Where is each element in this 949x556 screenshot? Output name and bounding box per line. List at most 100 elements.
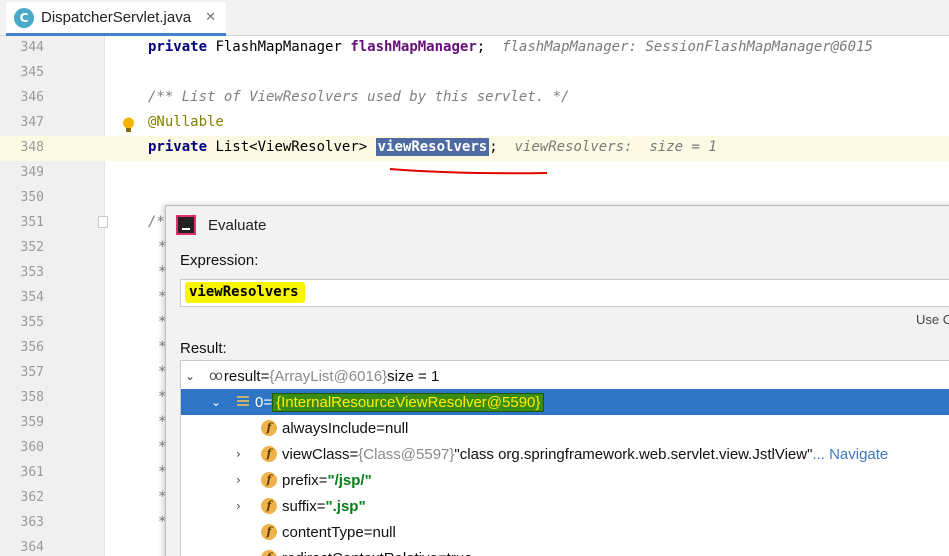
tree-row-field[interactable]: f alwaysInclude = null [181, 415, 949, 441]
field-eq: = [349, 445, 359, 463]
type-name: FlashMapManager [215, 39, 342, 55]
line-number: 364 [20, 540, 44, 555]
line-number: 356 [20, 340, 44, 355]
result-tree[interactable]: ⌄ oo result = {ArrayList@6016} size = 1 … [180, 360, 949, 556]
tree-row-content: f prefix = "/jsp/" [261, 472, 372, 489]
tree-row-item-0[interactable]: ⌄ 0 = {InternalResourceViewResolver@5590… [181, 389, 949, 415]
line-number: 351 [20, 215, 44, 230]
line-number: 354 [20, 290, 44, 305]
tree-node-ref: {ArrayList@6016} [269, 367, 388, 385]
use-code-fragment-link[interactable]: Use C [916, 312, 949, 327]
field-icon: f [261, 472, 277, 488]
field-name: viewClass [282, 445, 350, 463]
field-eq: = [363, 523, 373, 541]
field-value: "class org.springframework.web.servlet.v… [454, 445, 813, 463]
field-icon: f [261, 420, 277, 436]
tree-row-content: f viewClass = {Class@5597} "class org.sp… [261, 446, 888, 463]
expression-input[interactable]: viewResolvers [180, 279, 949, 307]
field-icon: f [261, 550, 277, 556]
tree-node-name: 0 [255, 393, 264, 411]
code-line-344[interactable]: private FlashMapManager flashMapManager;… [148, 39, 873, 55]
tree-row-content: f alwaysInclude = null [261, 420, 408, 437]
keyword: private [148, 139, 208, 155]
dialog-title-bar[interactable]: Evaluate [176, 213, 266, 237]
field-value: ".jsp" [325, 497, 366, 515]
evaluate-dialog: Evaluate Expression: viewResolvers Use C… [165, 205, 949, 556]
red-underline-annotation [389, 168, 548, 175]
tree-row-content: f contentType = null [261, 524, 396, 541]
line-number: 362 [20, 490, 44, 505]
tree-row-field[interactable]: › f viewClass = {Class@5597} "class org.… [181, 441, 949, 467]
chevron-right-icon[interactable]: › [236, 447, 248, 461]
expression-value: viewResolvers [185, 282, 305, 303]
java-class-icon: C [14, 7, 34, 28]
tree-node-ref-highlighted: {InternalResourceViewResolver@5590} [272, 392, 545, 412]
line-number: 361 [20, 465, 44, 480]
field-eq: = [316, 497, 326, 515]
field-value: null [372, 523, 396, 541]
tree-node-name: result [223, 367, 261, 385]
field-value: "/jsp/" [327, 471, 372, 489]
field-value: null [384, 419, 409, 437]
tree-row-field[interactable]: f contentType = null [181, 519, 949, 545]
tree-node-eq: = [263, 393, 273, 411]
line-number: 349 [20, 165, 44, 180]
line-number: 358 [20, 390, 44, 405]
fold-marker-icon[interactable] [98, 216, 108, 228]
chevron-down-icon[interactable]: ⌄ [185, 369, 197, 383]
code-line-351[interactable]: /* [148, 214, 165, 230]
field-icon: f [261, 498, 277, 514]
tree-row-content: f suffix = ".jsp" [261, 498, 366, 515]
line-number: 344 [20, 40, 44, 55]
field-name: flashMapManager [350, 39, 477, 55]
code-line-348[interactable]: private List<ViewResolver> viewResolvers… [148, 138, 717, 156]
code-line-346[interactable]: /** List of ViewResolvers used by this s… [148, 89, 569, 105]
line-number: 345 [20, 65, 44, 80]
line-number: 353 [20, 265, 44, 280]
line-number: 346 [20, 90, 44, 105]
line-number: 363 [20, 515, 44, 530]
keyword: private [148, 39, 208, 55]
tree-row-content: oo result = {ArrayList@6016} size = 1 [209, 368, 439, 385]
tree-row-field[interactable]: › f suffix = ".jsp" [181, 493, 949, 519]
tab-dispatcher-servlet[interactable]: C DispatcherServlet.java ✕ [6, 2, 226, 36]
lightbulb-icon[interactable] [122, 117, 135, 133]
line-number: 347 [20, 115, 44, 130]
tree-row-field[interactable]: f redirectContextRelative = true [181, 545, 949, 556]
type-name: List<ViewResolver> [215, 139, 368, 155]
tree-row-result[interactable]: ⌄ oo result = {ArrayList@6016} size = 1 [181, 363, 949, 389]
field-eq: = [438, 550, 447, 556]
field-name: contentType [282, 523, 364, 541]
chevron-right-icon[interactable]: › [236, 473, 248, 487]
tree-row-field[interactable]: › f prefix = "/jsp/" [181, 467, 949, 493]
field-icon: f [261, 524, 277, 540]
line-number: 355 [20, 315, 44, 330]
tab-label: DispatcherServlet.java [41, 9, 192, 26]
semicolon: ; [489, 139, 498, 155]
field-eq: = [376, 419, 385, 437]
result-label: Result: [180, 340, 227, 357]
navigate-link[interactable]: ... Navigate [812, 446, 888, 463]
line-number: 352 [20, 240, 44, 255]
field-ref: {Class@5597} [358, 445, 455, 463]
close-icon[interactable]: ✕ [205, 10, 216, 25]
inline-debug-value: flashMapManager: SessionFlashMapManager@… [502, 39, 873, 55]
chevron-down-icon[interactable]: ⌄ [211, 395, 223, 409]
field-name: alwaysInclude [282, 419, 377, 437]
field-name: redirectContextRelative [282, 550, 438, 556]
tree-row-content: f redirectContextRelative = true [261, 550, 473, 556]
tree-row-content: 0 = {InternalResourceViewResolver@5590} [237, 392, 545, 412]
chevron-right-icon[interactable]: › [236, 499, 248, 513]
line-number: 350 [20, 190, 44, 205]
semicolon: ; [476, 39, 486, 55]
line-number: 359 [20, 415, 44, 430]
code-line-347[interactable]: @Nullable [148, 114, 224, 130]
inline-debug-value: viewResolvers: size = 1 [514, 139, 717, 155]
field-value: true [447, 550, 473, 556]
line-number: 357 [20, 365, 44, 380]
field-name: suffix [282, 497, 317, 515]
dialog-title: Evaluate [208, 216, 267, 234]
field-name: prefix [282, 471, 319, 489]
selected-field-name[interactable]: viewResolvers [375, 138, 490, 156]
intellij-idea-icon [176, 215, 196, 235]
